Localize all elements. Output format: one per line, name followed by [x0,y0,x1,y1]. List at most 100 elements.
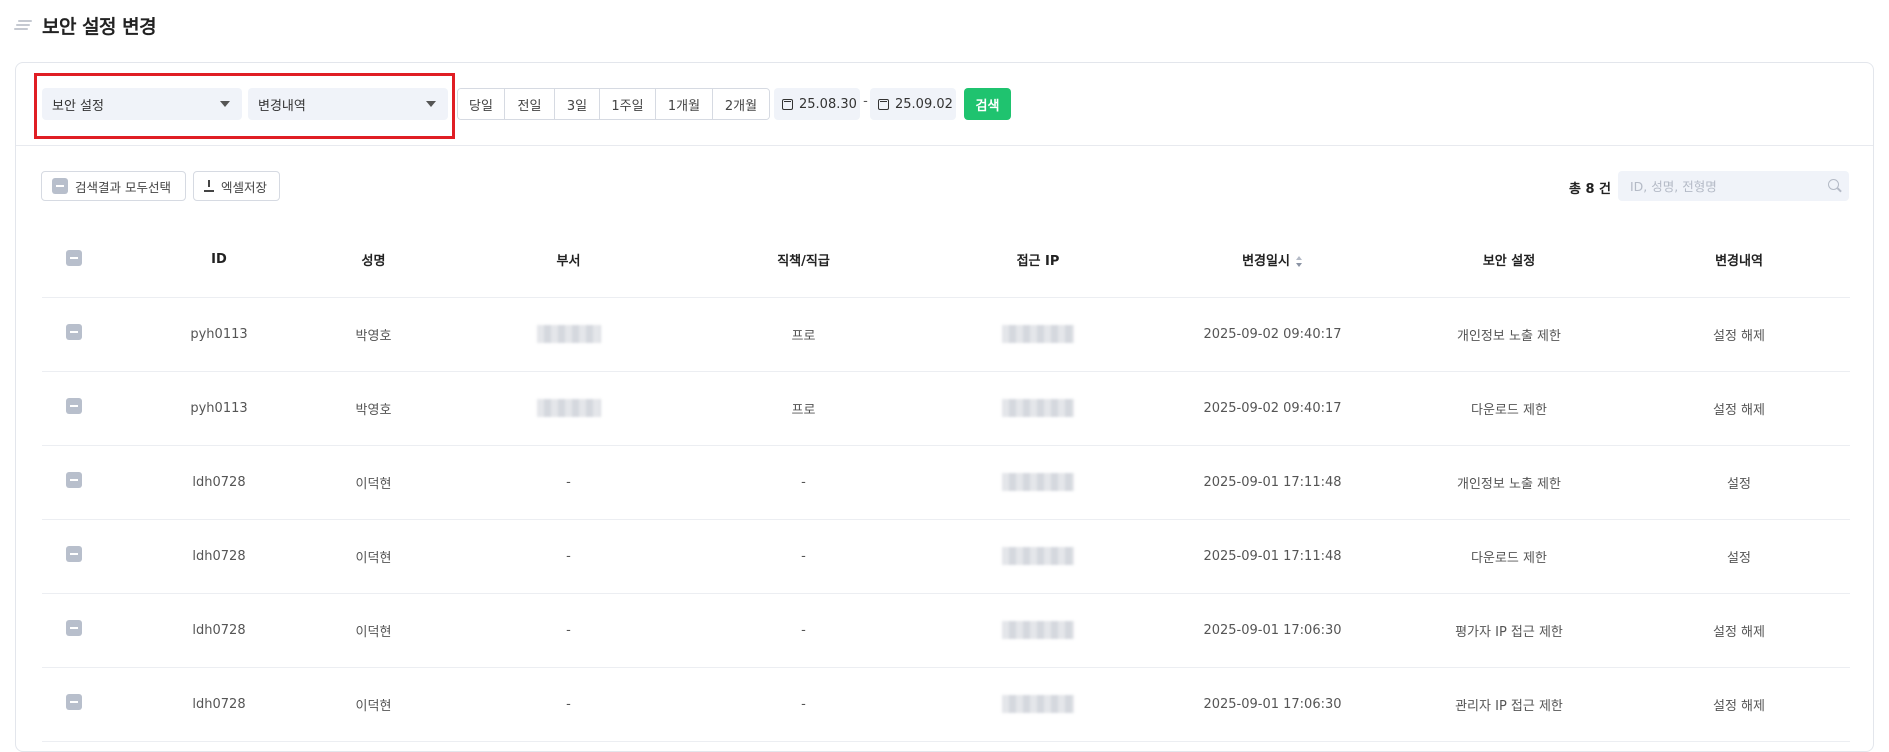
table-search [1618,171,1849,201]
excel-export-button[interactable]: 엑셀저장 [193,171,280,201]
row-checkbox-cell [42,593,142,668]
table-row[interactable]: ldh0728 이덕현 - - 2025-09-01 17:11:48 다운로드… [42,519,1850,594]
cell-dept: - [451,593,686,668]
column-header-setting: 보안 설정 [1390,223,1628,298]
menu-lines-icon[interactable] [14,18,32,32]
cell-datetime: 2025-09-01 17:06:30 [1155,593,1390,668]
period-button-group: 당일 전일 3일 1주일 1개월 2개월 [457,88,770,120]
change-history-select[interactable]: 변경내역 [248,88,448,120]
period-button-today[interactable]: 당일 [458,89,505,119]
cell-id: ldh0728 [142,593,296,668]
caret-down-icon [220,101,230,107]
row-checkbox-cell [42,445,142,520]
search-button[interactable]: 검색 [964,88,1011,120]
row-checkbox[interactable] [66,694,82,710]
page-title: 보안 설정 변경 [42,15,157,38]
header-checkbox[interactable] [66,249,82,266]
cell-setting: 개인정보 노출 제한 [1390,297,1628,372]
cell-datetime: 2025-09-01 17:11:48 [1155,519,1390,594]
blurred-ip [1002,399,1074,417]
date-to-picker[interactable]: 25.09.02 [870,88,956,120]
cell-ip [921,445,1155,520]
result-toolbar: 검색결과 모두선택 엑셀저장 총 8 건 [16,171,1873,203]
cell-setting: 평가자 IP 접근 제한 [1390,593,1628,668]
row-checkbox[interactable] [66,398,82,414]
cell-change: 설정 해제 [1628,371,1850,446]
cell-position: 프로 [686,371,921,446]
cell-dept [451,371,686,446]
period-button-1week[interactable]: 1주일 [600,89,656,119]
column-header-name: 성명 [296,223,451,298]
period-button-3days[interactable]: 3일 [555,89,600,119]
period-button-yesterday[interactable]: 전일 [505,89,555,119]
row-checkbox[interactable] [66,472,82,488]
blurred-ip [1002,325,1074,343]
cell-change: 설정 해제 [1628,593,1850,668]
cell-ip [921,297,1155,372]
table-row[interactable]: ldh0728 이덕현 - - 2025-09-01 17:11:48 개인정보… [42,445,1850,520]
table-row[interactable]: ldh0728 이덕현 - - 2025-09-01 17:06:30 평가자 … [42,593,1850,668]
cell-position: - [686,519,921,594]
cell-dept [451,297,686,372]
column-header-position: 직책/직급 [686,223,921,298]
table-search-input[interactable] [1618,171,1849,201]
cell-id: ldh0728 [142,667,296,742]
table-row[interactable]: ldh0728 이덕현 - - 2025-09-01 17:06:30 관리자 … [42,667,1850,742]
date-from-value: 25.08.30 [799,96,857,112]
table-row[interactable]: pyh0113 박영호 프로 2025-09-02 09:40:17 다운로드 … [42,371,1850,446]
cell-ip [921,667,1155,742]
cell-name: 이덕현 [296,667,451,742]
column-header-datetime-label: 변경일시 [1242,254,1290,270]
cell-setting: 관리자 IP 접근 제한 [1390,667,1628,742]
cell-dept: - [451,519,686,594]
content-card: 보안 설정 변경내역 당일 전일 3일 1주일 1개월 2개월 25.08.30… [15,62,1874,752]
sort-icon[interactable] [1295,256,1303,268]
blurred-dept [536,399,601,417]
security-setting-select[interactable]: 보안 설정 [42,88,242,120]
column-header-id: ID [142,223,296,298]
page-header: 보안 설정 변경 [14,10,157,40]
row-checkbox-cell [42,519,142,594]
cell-change: 설정 [1628,519,1850,594]
period-button-2months[interactable]: 2개월 [713,89,769,119]
column-header-datetime[interactable]: 변경일시 [1155,223,1390,298]
cell-name: 이덕현 [296,519,451,594]
row-checkbox[interactable] [66,546,82,562]
cell-id: pyh0113 [142,297,296,372]
row-checkbox[interactable] [66,620,82,636]
checkbox-minus-icon [52,178,68,194]
cell-id: ldh0728 [142,445,296,520]
cell-name: 이덕현 [296,593,451,668]
cell-id: pyh0113 [142,371,296,446]
period-button-1month[interactable]: 1개월 [656,89,713,119]
header-checkbox-cell [42,223,142,298]
row-checkbox-cell [42,371,142,446]
blurred-ip [1002,473,1074,491]
calendar-icon [782,98,793,110]
cell-setting: 다운로드 제한 [1390,371,1628,446]
security-setting-select-value: 보안 설정 [52,98,104,114]
select-all-results-label: 검색결과 모두선택 [75,179,171,195]
cell-position: - [686,667,921,742]
table-row[interactable]: pyh0113 박영호 프로 2025-09-02 09:40:17 개인정보 … [42,297,1850,372]
cell-datetime: 2025-09-02 09:40:17 [1155,297,1390,372]
cell-setting: 개인정보 노출 제한 [1390,445,1628,520]
row-checkbox[interactable] [66,324,82,340]
search-icon[interactable] [1828,179,1839,190]
date-from-picker[interactable]: 25.08.30 [774,88,860,120]
security-change-table: ID 성명 부서 직책/직급 접근 IP 변경일시 보안 설정 변경내역 pyh… [42,223,1850,742]
row-checkbox-cell [42,297,142,372]
cell-change: 설정 해제 [1628,667,1850,742]
blurred-ip [1002,695,1074,713]
change-history-select-value: 변경내역 [258,98,306,114]
date-separator: - [863,94,868,109]
blurred-ip [1002,547,1074,565]
cell-dept: - [451,667,686,742]
cell-setting: 다운로드 제한 [1390,519,1628,594]
cell-position: - [686,593,921,668]
row-checkbox-cell [42,667,142,742]
cell-name: 박영호 [296,297,451,372]
cell-dept: - [451,445,686,520]
select-all-results-button[interactable]: 검색결과 모두선택 [41,171,186,201]
total-count: 총 8 건 [1569,182,1612,197]
